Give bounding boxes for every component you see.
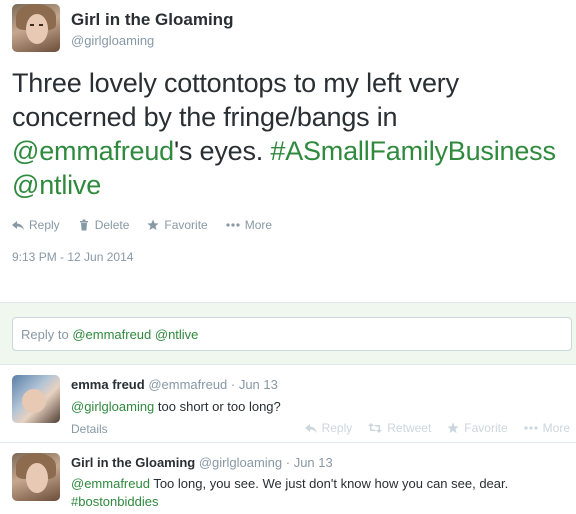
favorite-button[interactable]: Favorite (147, 218, 208, 232)
reply-text: @emmafreud Too long, you see. We just do… (71, 475, 566, 511)
avatar[interactable] (12, 4, 60, 52)
reply-button[interactable]: Reply (304, 421, 353, 435)
retweet-label: Retweet (387, 421, 432, 435)
star-icon (147, 219, 159, 230)
tweet-text-part2: 's eyes. (173, 136, 271, 166)
favorite-label: Favorite (464, 421, 508, 435)
reply-icon (12, 221, 24, 230)
reply-input[interactable]: Reply to @emmafreud @ntlive (12, 317, 572, 351)
hashtag-link[interactable]: #ASmallFamilyBusiness (270, 136, 556, 166)
trash-icon (79, 219, 88, 231)
tweet-timestamp[interactable]: 9:13 PM - 12 Jun 2014 (12, 250, 133, 264)
reply-text-body: too short or too long? (154, 399, 281, 414)
retweet-icon (368, 423, 383, 433)
favorite-button[interactable]: Favorite (447, 421, 508, 435)
reply-meta[interactable]: @emmafreud · Jun 13 (148, 377, 278, 392)
avatar[interactable] (12, 375, 60, 423)
tweet-author-handle[interactable]: @girlgloaming (71, 33, 154, 48)
more-button[interactable]: More (226, 218, 272, 232)
tweet-text: Three lovely cottontops to my left very … (12, 66, 564, 202)
reply-author-name[interactable]: Girl in the Gloaming (71, 455, 195, 470)
mention-link[interactable]: @girlgloaming (71, 399, 154, 414)
reply-area: Reply to @emmafreud @ntlive (0, 302, 576, 364)
mention-link[interactable]: @emmafreud (71, 476, 150, 491)
reply-tweet: Girl in the Gloaming @girlgloaming · Jun… (0, 442, 576, 514)
more-dots-icon (524, 426, 538, 430)
reply-icon (304, 424, 317, 433)
reply-header: emma freud @emmafreud · Jun 13 (71, 377, 278, 392)
delete-button[interactable]: Delete (78, 218, 130, 232)
tweet-author-name[interactable]: Girl in the Gloaming (71, 10, 233, 30)
reply-header: Girl in the Gloaming @girlgloaming · Jun… (71, 455, 333, 470)
avatar[interactable] (12, 453, 60, 501)
reply-tweet: emma freud @emmafreud · Jun 13 @girlgloa… (0, 364, 576, 442)
more-button[interactable]: More (524, 421, 570, 435)
details-link[interactable]: Details (71, 422, 108, 436)
mention-link[interactable]: @ntlive (12, 170, 101, 200)
more-dots-icon (226, 223, 240, 227)
reply-button[interactable]: Reply (12, 218, 60, 232)
delete-label: Delete (94, 218, 130, 232)
main-tweet: Girl in the Gloaming @girlgloaming Three… (0, 0, 576, 302)
hashtag-link[interactable]: #bostonbiddies (71, 494, 158, 509)
star-icon (447, 422, 459, 433)
reply-author-name[interactable]: emma freud (71, 377, 145, 392)
reply-label: Reply (29, 218, 60, 232)
reply-label: Reply (321, 421, 353, 435)
more-label: More (542, 421, 570, 435)
tweet-actions: Reply Delete Favorite More (12, 218, 272, 232)
reply-actions: Reply Retweet Favorite More (304, 421, 570, 435)
tweet-text-part1: Three lovely cottontops to my left very … (12, 68, 459, 132)
reply-meta[interactable]: @girlgloaming · Jun 13 (199, 455, 333, 470)
reply-prefix: Reply to (21, 327, 73, 342)
mention-link[interactable]: @emmafreud (12, 136, 174, 166)
favorite-label: Favorite (164, 218, 208, 232)
more-label: More (244, 218, 273, 232)
reply-text-body: Too long, you see. We just don't know ho… (149, 476, 509, 491)
reply-text: @girlgloaming too short or too long? (71, 398, 566, 416)
retweet-button[interactable]: Retweet (368, 421, 431, 435)
reply-mentions: @emmafreud @ntlive (72, 327, 199, 342)
